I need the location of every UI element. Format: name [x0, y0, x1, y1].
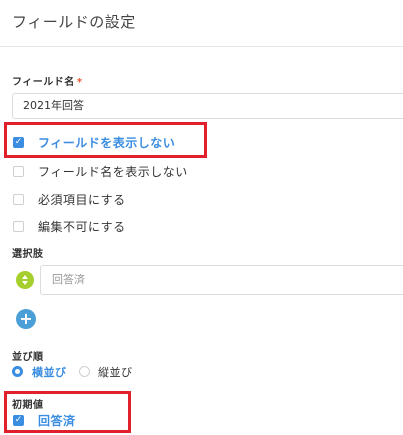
hide-field-name-label[interactable]: フィールド名を表示しない — [38, 163, 188, 180]
vertical-radio[interactable] — [79, 366, 90, 377]
horizontal-radio[interactable] — [12, 366, 23, 377]
field-name-input[interactable]: 2021年回答 — [12, 93, 403, 119]
page-title: フィールドの設定 — [12, 13, 136, 31]
choices-label: 選択肢 — [12, 249, 44, 260]
initial-value-checkbox[interactable]: ✓ — [13, 415, 24, 426]
required-mark: * — [76, 77, 83, 88]
hide-field-name-checkbox[interactable] — [13, 166, 24, 177]
initial-value-item-label[interactable]: 回答済 — [38, 412, 76, 429]
hide-field-checkbox[interactable]: ✓ — [13, 137, 24, 148]
plus-icon[interactable]: + — [16, 309, 36, 329]
required-checkbox[interactable] — [13, 194, 24, 205]
not-editable-label[interactable]: 編集不可にする — [38, 218, 126, 235]
order-label: 並び順 — [12, 352, 44, 363]
vertical-radio-label[interactable]: 縦並び — [98, 364, 133, 380]
hide-field-label[interactable]: フィールドを表示しない — [38, 134, 175, 151]
not-editable-checkbox[interactable] — [13, 221, 24, 232]
header-divider — [0, 46, 403, 47]
choice-input-1[interactable]: 回答済 — [40, 265, 403, 295]
field-name-label: フィールド名 * — [12, 73, 83, 88]
initial-value-label: 初期値 — [12, 400, 44, 411]
horizontal-radio-label[interactable]: 横並び — [32, 364, 67, 380]
required-label[interactable]: 必須項目にする — [38, 191, 126, 208]
sort-arrows-icon[interactable] — [16, 271, 34, 289]
field-name-label-text: フィールド名 — [12, 77, 75, 88]
